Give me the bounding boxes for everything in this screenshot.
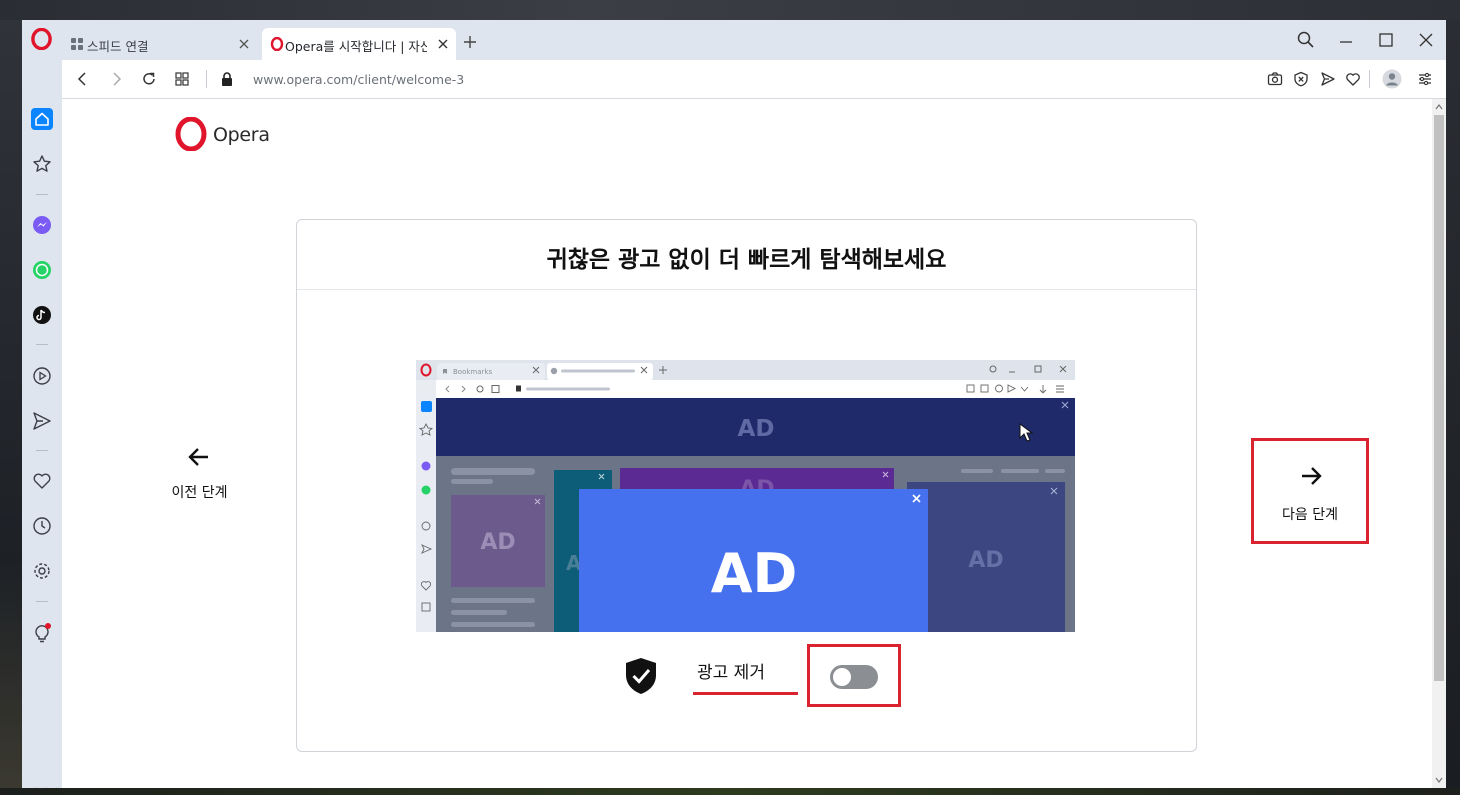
desktop-background-bottom <box>0 788 1460 795</box>
ad-browser-illustration: Bookmarks AD AD AD AD <box>416 360 1075 632</box>
tab-speed-dial[interactable]: 스피드 연결 <box>62 28 257 60</box>
profile-avatar-icon[interactable] <box>1382 69 1402 89</box>
card-title: 귀찮은 광고 없이 더 빠르게 탐색해보세요 <box>546 247 947 273</box>
page-content: Opera 이전 단계 다음 단계 귀찮은 광고 없이 더 빠르게 탐색해보세요 <box>62 99 1432 788</box>
adblock-label: 광고 제거 <box>697 663 765 683</box>
tab-label: 스피드 연결 <box>87 39 149 54</box>
adblock-label-underline <box>693 692 798 695</box>
welcome-card: 귀찮은 광고 없이 더 빠르게 탐색해보세요 Bookmarks AD AD A… <box>296 219 1197 752</box>
close-tab-icon[interactable] <box>435 36 451 52</box>
easy-setup-icon[interactable] <box>1417 71 1433 87</box>
new-tab-plus-icon[interactable] <box>462 34 478 50</box>
ad-right-text: AD <box>968 548 1003 573</box>
minimize-icon[interactable] <box>1336 30 1356 50</box>
prev-step-button[interactable]: 이전 단계 <box>132 444 267 524</box>
url-text[interactable]: www.opera.com/client/welcome-3 <box>253 72 464 87</box>
ad-center-text: AD <box>711 542 798 605</box>
tab-label: Opera를 시작합니다 | 자신 <box>285 39 427 54</box>
browser-window: 스피드 연결 Opera를 시작합니다 | 자신 www.opera.com/c… <box>22 20 1446 788</box>
scroll-up-icon[interactable] <box>1435 103 1443 111</box>
scrollbar-thumb[interactable] <box>1434 115 1444 681</box>
send-share-icon[interactable] <box>1320 71 1336 87</box>
sidebar-divider <box>36 344 48 345</box>
whatsapp-icon[interactable] <box>31 259 53 281</box>
forward-icon[interactable] <box>107 70 125 88</box>
arrow-left-icon <box>188 448 208 466</box>
illus-tab-label: Bookmarks <box>453 368 492 376</box>
desktop-background <box>0 0 1460 20</box>
player-icon[interactable] <box>31 365 53 387</box>
close-tab-icon[interactable] <box>236 36 252 52</box>
tab-overview-icon[interactable] <box>173 70 191 88</box>
desktop-background-left <box>0 20 22 795</box>
lock-icon[interactable] <box>220 71 234 87</box>
card-divider <box>297 289 1196 290</box>
opera-menu-icon[interactable] <box>31 28 52 50</box>
address-bar: www.opera.com/client/welcome-3 <box>62 60 1446 99</box>
messenger-icon[interactable] <box>31 214 53 236</box>
sidebar-more-icon[interactable]: ••• <box>31 781 62 788</box>
prev-step-label: 이전 단계 <box>171 485 228 501</box>
search-tabs-icon[interactable] <box>1296 30 1316 50</box>
opera-wordmark: Opera <box>213 124 270 146</box>
send-icon[interactable] <box>31 410 53 432</box>
lightbulb-icon[interactable] <box>31 622 53 644</box>
arrow-right-icon <box>1302 467 1322 485</box>
next-step-button[interactable]: 다음 단계 <box>1251 438 1369 544</box>
sidebar: ••• <box>22 60 62 788</box>
sidebar-divider <box>36 194 48 195</box>
scroll-down-icon[interactable] <box>1435 776 1443 784</box>
ad-blocker-icon[interactable] <box>1293 71 1309 87</box>
toolbar-divider <box>1369 70 1370 88</box>
home-icon[interactable] <box>31 108 53 130</box>
sidebar-divider <box>36 601 48 602</box>
tiktok-icon[interactable] <box>31 304 53 326</box>
reload-icon[interactable] <box>140 70 158 88</box>
heart-icon[interactable] <box>31 470 53 492</box>
opera-logo: Opera <box>175 116 270 155</box>
sidebar-divider <box>36 450 48 451</box>
opera-logo-icon <box>175 116 207 152</box>
ad-left-text: AD <box>480 530 515 555</box>
maximize-icon[interactable] <box>1376 30 1396 50</box>
snapshot-camera-icon[interactable] <box>1267 71 1283 87</box>
toolbar-divider <box>206 70 207 88</box>
close-window-icon[interactable] <box>1416 30 1436 50</box>
adblock-toggle-highlight <box>807 644 901 707</box>
opera-icon <box>270 37 284 51</box>
star-icon[interactable] <box>31 153 53 175</box>
ad-banner-text: AD <box>738 416 775 442</box>
tab-bar: 스피드 연결 Opera를 시작합니다 | 자신 <box>22 20 1446 60</box>
toggle-knob <box>833 668 851 686</box>
back-icon[interactable] <box>74 70 92 88</box>
page-scrollbar[interactable] <box>1432 99 1446 788</box>
history-icon[interactable] <box>31 515 53 537</box>
next-step-label: 다음 단계 <box>1282 507 1338 523</box>
shield-check-icon <box>626 658 656 694</box>
bookmark-heart-icon[interactable] <box>1345 71 1361 87</box>
desktop-background-right <box>1446 20 1460 795</box>
settings-icon[interactable] <box>31 560 53 582</box>
tab-welcome[interactable]: Opera를 시작합니다 | 자신 <box>262 28 456 60</box>
adblock-toggle[interactable] <box>830 665 878 689</box>
grid-icon <box>71 38 83 50</box>
